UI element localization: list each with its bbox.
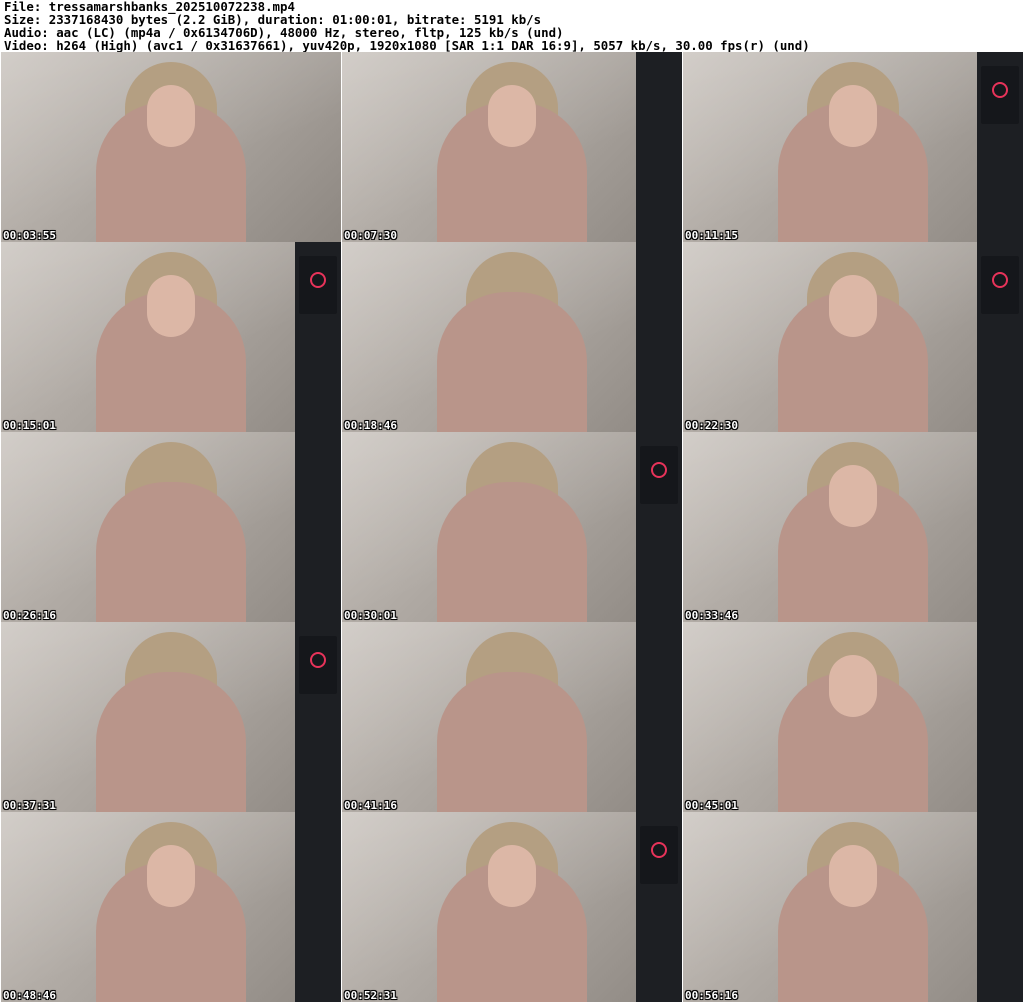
thumbnail-frame: 00:30:01 (342, 432, 682, 622)
frame-timestamp: 00:15:01 (3, 419, 56, 432)
frame-timestamp: 00:37:31 (3, 799, 56, 812)
frame-timestamp: 00:52:31 (344, 989, 397, 1002)
frame-figure (437, 292, 587, 432)
frame-curtain (977, 432, 1023, 622)
thumbnail-frame: 00:41:16 (342, 622, 682, 812)
frame-figure-face (829, 275, 877, 337)
frame-figure (437, 672, 587, 812)
file-name-line: File: tressamarshbanks_202510072238.mp4 (4, 1, 295, 14)
thumbnail-frame: 00:18:46 (342, 242, 682, 432)
frame-figure-face (829, 85, 877, 147)
frame-figure-face (147, 275, 195, 337)
thumbnail-frame: 00:56:16 (683, 812, 1023, 1002)
frame-curtain (295, 812, 341, 1002)
frame-figure-face (147, 85, 195, 147)
audio-info-line: Audio: aac (LC) (mp4a / 0x6134706D), 480… (4, 26, 564, 40)
thumbnail-frame: 00:26:16 (1, 432, 341, 622)
frame-figure (437, 482, 587, 622)
frame-figure (96, 482, 246, 622)
frame-timestamp: 00:45:01 (685, 799, 738, 812)
overlay-dial-icon (992, 82, 1008, 98)
thumbnail-frame: 00:15:01 (1, 242, 341, 432)
frame-timestamp: 00:33:46 (685, 609, 738, 622)
file-info-header: File: tressamarshbanks_202510072238.mp4 … (4, 1, 1020, 53)
frame-timestamp: 00:41:16 (344, 799, 397, 812)
frame-figure (96, 672, 246, 812)
overlay-panel (981, 66, 1019, 124)
frame-figure-face (829, 465, 877, 527)
frame-timestamp: 00:30:01 (344, 609, 397, 622)
overlay-dial-icon (651, 842, 667, 858)
frame-timestamp: 00:22:30 (685, 419, 738, 432)
video-info-line: Video: h264 (High) (avc1 / 0x31637661), … (4, 39, 810, 53)
frame-timestamp: 00:56:16 (685, 989, 738, 1002)
frame-figure-face (488, 85, 536, 147)
frame-curtain (977, 622, 1023, 812)
thumbnail-frame: 00:45:01 (683, 622, 1023, 812)
thumbnail-frame: 00:52:31 (342, 812, 682, 1002)
overlay-dial-icon (992, 272, 1008, 288)
overlay-panel (299, 256, 337, 314)
overlay-panel (640, 446, 678, 504)
thumbnail-frame: 00:07:30 (342, 52, 682, 242)
overlay-dial-icon (651, 462, 667, 478)
overlay-panel (981, 256, 1019, 314)
overlay-dial-icon (310, 272, 326, 288)
frame-figure-face (488, 845, 536, 907)
overlay-panel (299, 636, 337, 694)
thumbnail-frame: 00:11:15 (683, 52, 1023, 242)
frame-timestamp: 00:11:15 (685, 229, 738, 242)
frame-figure-face (829, 655, 877, 717)
frame-timestamp: 00:18:46 (344, 419, 397, 432)
frame-figure-face (829, 845, 877, 907)
frame-curtain (977, 812, 1023, 1002)
overlay-dial-icon (310, 652, 326, 668)
thumbnail-grid: 00:03:55 00:07:30 00:11:15 00:15:01 00:1… (1, 52, 1023, 1002)
thumbnail-frame: 00:22:30 (683, 242, 1023, 432)
frame-timestamp: 00:03:55 (3, 229, 56, 242)
thumbnail-frame: 00:33:46 (683, 432, 1023, 622)
frame-curtain (636, 622, 682, 812)
thumbnail-frame: 00:03:55 (1, 52, 341, 242)
frame-figure-face (147, 845, 195, 907)
thumbnail-frame: 00:37:31 (1, 622, 341, 812)
frame-timestamp: 00:26:16 (3, 609, 56, 622)
thumbnail-frame: 00:48:46 (1, 812, 341, 1002)
frame-timestamp: 00:07:30 (344, 229, 397, 242)
frame-curtain (295, 432, 341, 622)
frame-curtain (636, 52, 682, 242)
frame-curtain (636, 242, 682, 432)
frame-timestamp: 00:48:46 (3, 989, 56, 1002)
file-size-line: Size: 2337168430 bytes (2.2 GiB), durati… (4, 13, 542, 27)
overlay-panel (640, 826, 678, 884)
